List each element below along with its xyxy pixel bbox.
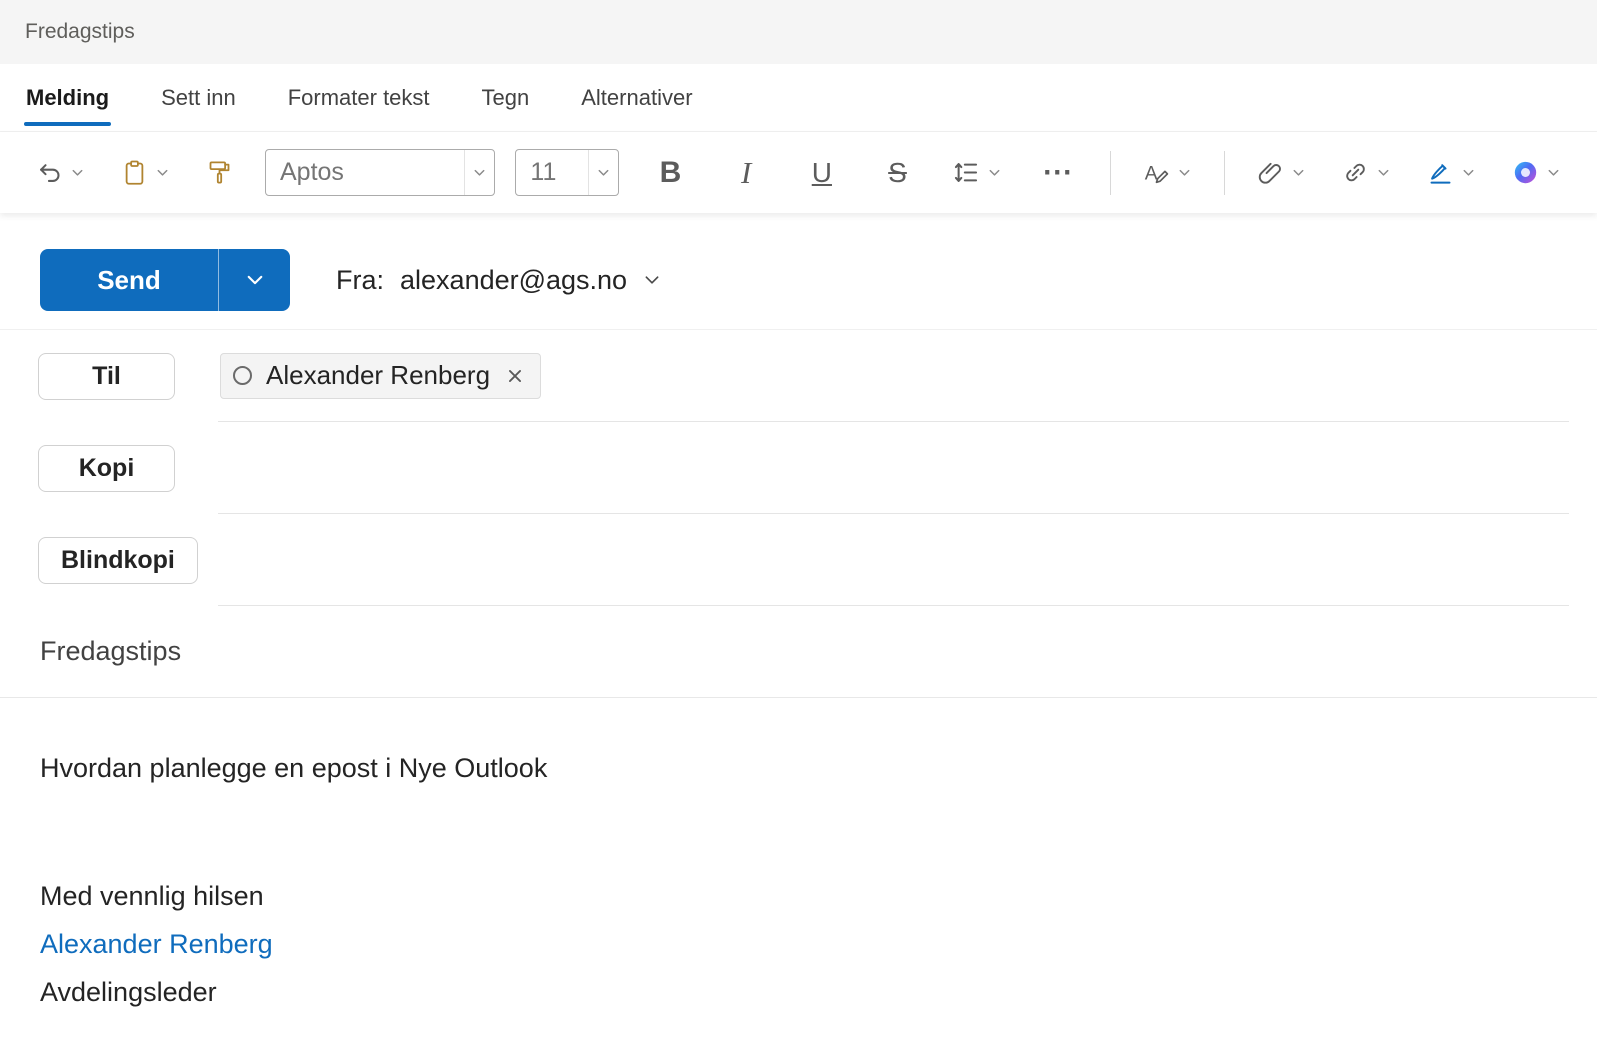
toolbar-divider [1110, 150, 1112, 195]
signature-name-link[interactable]: Alexander Renberg [40, 920, 1557, 968]
signature-pen-icon [1430, 164, 1451, 184]
chevron-down-icon [157, 169, 168, 176]
compose-window: Fredagstips Melding Sett inn Formater te… [0, 0, 1597, 1051]
bcc-label-col: Blindkopi [38, 514, 218, 606]
format-painter-button[interactable] [202, 155, 237, 190]
to-row: Til Alexander Renberg [0, 330, 1597, 422]
compose-area: Send Fra: alexander@ags.no Til Alexander… [0, 213, 1597, 1051]
ribbon-tabs: Melding Sett inn Formater tekst Tegn Alt… [0, 64, 1597, 132]
tab-alternativer[interactable]: Alternativer [555, 64, 718, 131]
signature-greeting: Med vennlig hilsen [40, 881, 264, 911]
signature-role: Avdelingsleder [40, 977, 217, 1007]
paperclip-icon [1258, 162, 1281, 184]
cc-button[interactable]: Kopi [38, 444, 175, 492]
line-spacing-icon [955, 163, 978, 182]
copilot-button[interactable] [1508, 155, 1565, 190]
body-text: Hvordan planlegge en epost i Nye Outlook [40, 753, 548, 783]
link-icon [1346, 163, 1365, 182]
from-address: alexander@ags.no [400, 264, 628, 295]
underline-button[interactable]: U [798, 149, 846, 197]
line-spacing-button[interactable] [949, 155, 1006, 190]
presence-icon [233, 366, 252, 385]
chevron-down-icon [1463, 169, 1474, 176]
chevron-down-icon [989, 169, 1000, 176]
font-size-select[interactable]: 11 [515, 149, 619, 196]
message-body-editor[interactable]: Hvordan planlegge en epost i Nye Outlook… [0, 698, 1597, 1051]
chevron-down-icon [247, 275, 262, 285]
window-title: Fredagstips [25, 20, 135, 43]
tab-label: Sett inn [161, 84, 236, 110]
paste-button[interactable] [117, 155, 174, 190]
tab-label: Alternativer [581, 84, 693, 110]
insert-link-button[interactable] [1338, 155, 1395, 190]
to-button[interactable]: Til [38, 352, 175, 400]
bcc-button[interactable]: Blindkopi [38, 536, 198, 584]
attach-button[interactable] [1253, 155, 1310, 190]
send-options-button[interactable] [218, 249, 290, 311]
close-icon [509, 369, 522, 382]
ribbon-toolbar: Aptos 11 B I U S ⋯ A [0, 132, 1597, 213]
signature-button[interactable] [1423, 155, 1480, 190]
to-label-col: Til [38, 330, 218, 422]
send-split-button: Send [40, 249, 290, 311]
copilot-icon [1514, 161, 1537, 184]
bcc-row: Blindkopi [0, 514, 1597, 606]
font-size-value: 11 [530, 158, 557, 186]
send-button[interactable]: Send [40, 249, 218, 311]
chevron-down-icon [1548, 169, 1559, 176]
subject-text: Fredagstips [40, 636, 182, 666]
chevron-down-icon [1293, 169, 1304, 176]
tab-label: Formater tekst [287, 84, 430, 110]
bcc-field[interactable] [218, 514, 1569, 606]
format-painter-icon [209, 161, 230, 184]
cc-field[interactable] [218, 422, 1569, 514]
tab-label: Tegn [481, 84, 530, 110]
from-label: Fra: [336, 264, 385, 295]
tab-sett-inn[interactable]: Sett inn [135, 64, 262, 131]
font-name-value: Aptos [280, 158, 344, 186]
svg-text:A: A [1145, 163, 1158, 184]
undo-button[interactable] [32, 155, 89, 190]
from-selector[interactable]: Fra: alexander@ags.no [336, 265, 661, 296]
paste-icon [125, 160, 144, 185]
titlebar: Fredagstips [0, 0, 1597, 64]
cc-row: Kopi [0, 422, 1597, 514]
italic-button[interactable]: I [722, 149, 770, 197]
remove-recipient-button[interactable] [504, 365, 526, 387]
to-field[interactable]: Alexander Renberg [218, 330, 1569, 422]
more-options-button[interactable]: ⋯ [1034, 149, 1082, 197]
subject-field[interactable]: Fredagstips [0, 606, 1597, 698]
tab-label: Melding [26, 84, 110, 110]
recipient-name: Alexander Renberg [266, 360, 491, 390]
chevron-down-icon [587, 150, 618, 195]
styles-icon: A [1145, 163, 1169, 184]
tab-melding[interactable]: Melding [0, 64, 135, 131]
chevron-down-icon [72, 169, 83, 176]
chevron-down-icon [464, 150, 494, 195]
styles-button[interactable]: A [1139, 155, 1196, 190]
chevron-down-icon [645, 276, 659, 284]
chevron-down-icon [1378, 169, 1389, 176]
chevron-down-icon [1179, 169, 1190, 176]
strikethrough-button[interactable]: S [874, 149, 922, 197]
toolbar-divider [1224, 150, 1226, 195]
recipient-pill[interactable]: Alexander Renberg [220, 352, 542, 399]
tab-tegn[interactable]: Tegn [456, 64, 556, 131]
send-row: Send Fra: alexander@ags.no [0, 213, 1597, 330]
cc-label-col: Kopi [38, 422, 218, 514]
tab-formater-tekst[interactable]: Formater tekst [262, 64, 456, 131]
undo-icon [40, 164, 60, 182]
bold-button[interactable]: B [647, 149, 695, 197]
font-name-select[interactable]: Aptos [265, 149, 496, 196]
